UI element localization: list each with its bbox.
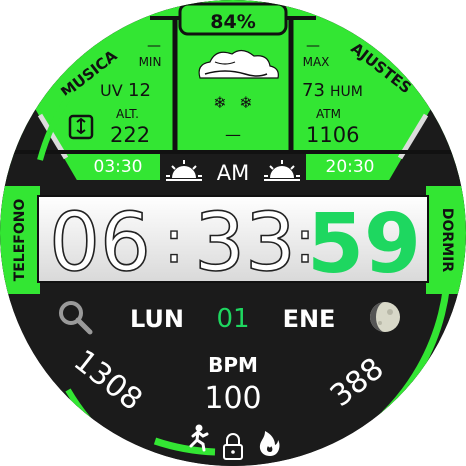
bpm-label: BPM: [208, 353, 258, 377]
uv-label: UV: [100, 81, 123, 100]
phone-shortcut[interactable]: TELEFONO: [12, 199, 28, 282]
sunset-time: 20:30: [326, 157, 375, 177]
max-temp-label: MAX: [303, 55, 330, 69]
pressure-value: 1106: [306, 123, 359, 147]
watch-face-svg: 84% MUSICA AJUSTES — MIN UV 12 ALT. 222 …: [0, 0, 466, 466]
humidity-value: 73: [302, 80, 325, 101]
time-seconds: 59: [307, 197, 421, 292]
moon-phase-icon: [370, 302, 400, 332]
max-temp-value: —: [306, 38, 320, 54]
month: ENE: [283, 305, 336, 333]
panel-bottom-line: [0, 150, 466, 154]
svg-text:❄: ❄: [239, 93, 252, 112]
uv-value: 12: [128, 80, 151, 101]
min-temp-value: —: [147, 38, 161, 54]
pressure-label: ATM: [316, 107, 341, 121]
sleep-shortcut[interactable]: DORMIR: [439, 208, 455, 272]
altitude-label: ALT.: [116, 107, 139, 121]
min-temp-label: MIN: [139, 55, 162, 69]
altitude-value: 222: [110, 123, 150, 147]
battery-percent: 84%: [210, 11, 255, 33]
current-temp: —: [225, 125, 241, 144]
weekday: LUN: [130, 305, 184, 333]
humidity-label: HUM: [330, 84, 363, 100]
bpm-value: 100: [204, 381, 261, 416]
ampm-indicator: AM: [217, 161, 249, 185]
svg-text:❄: ❄: [213, 93, 226, 112]
time-separator-1: :: [164, 207, 184, 277]
time-minutes: 33: [194, 196, 296, 289]
time-hours: 06: [49, 196, 151, 289]
sunrise-time: 03:30: [94, 157, 143, 177]
watch-face: 84% MUSICA AJUSTES — MIN UV 12 ALT. 222 …: [0, 0, 466, 466]
day-number: 01: [216, 304, 249, 334]
